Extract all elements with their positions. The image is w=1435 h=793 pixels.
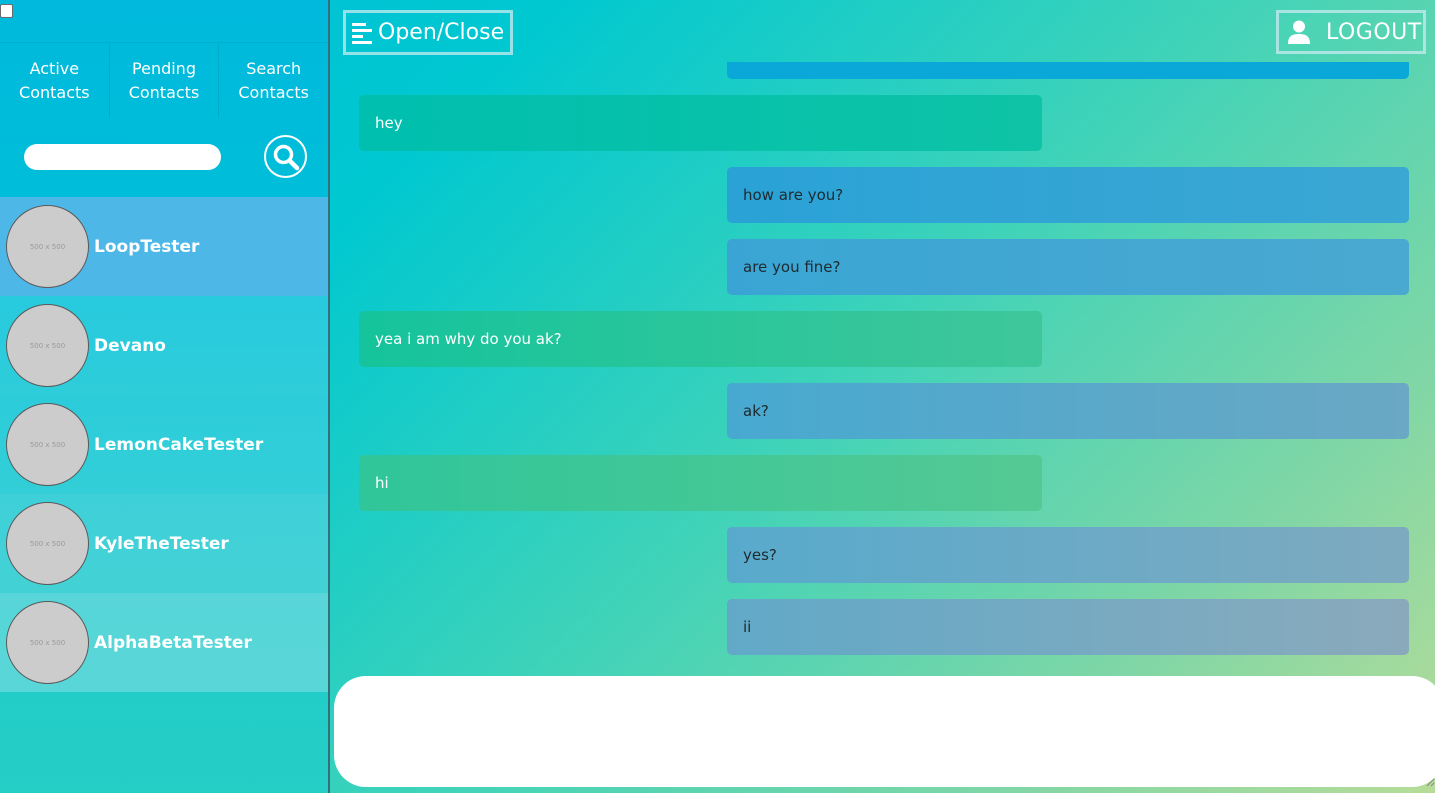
received-message: yea i am why do you ak? [359,311,1042,367]
received-message: hi [359,455,1042,511]
message-input[interactable] [334,676,1435,787]
open-close-label: Open/Close [378,20,505,45]
sidebar-toggle-checkbox[interactable] [0,4,13,18]
contact-item[interactable]: 500 x 500 KyleTheTester [0,494,328,593]
avatar-placeholder-text: 500 x 500 [29,440,66,449]
sidebar: Active Contacts Pending Contacts Search … [0,0,330,793]
search-icon [273,144,299,170]
tab-search-contacts[interactable]: Search Contacts [219,43,328,118]
avatar: 500 x 500 [6,403,89,486]
logout-label: LOGOUT [1326,19,1422,45]
message-text: yea i am why do you ak? [375,330,562,348]
search-button[interactable] [264,135,307,178]
sent-message: how are you? [727,167,1409,223]
message-text: ak? [743,402,769,420]
avatar: 500 x 500 [6,205,89,288]
tab-label-line2: Contacts [128,82,200,102]
contact-name: LemonCakeTester [94,434,264,455]
contact-tabs: Active Contacts Pending Contacts Search … [0,42,328,118]
tab-label-line1: Active [29,58,80,78]
contact-item[interactable]: 500 x 500 AlphaBetaTester [0,593,328,692]
sent-message: ii [727,599,1409,655]
received-message: hey [359,95,1042,151]
avatar-placeholder-text: 500 x 500 [29,242,66,251]
contact-name: AlphaBetaTester [94,632,252,653]
menu-icon [352,22,372,44]
tab-pending-contacts[interactable]: Pending Contacts [110,43,220,118]
message-text: are you fine? [743,258,841,276]
user-icon [1288,20,1310,44]
contact-name: LoopTester [94,236,200,257]
contact-item[interactable]: 500 x 500 LemonCakeTester [0,395,328,494]
tab-label-line1: Search [246,58,302,78]
tab-label-line2: Contacts [19,82,90,102]
message-text: ii [743,618,752,636]
message-text: how are you? [743,186,844,204]
contact-name: KyleTheTester [94,533,229,554]
sent-message: are you fine? [727,239,1409,295]
avatar: 500 x 500 [6,601,89,684]
message-text: hey [375,114,403,132]
partial-message-bubble [727,62,1409,79]
contact-item[interactable]: 500 x 500 Devano [0,296,328,395]
message-list: hey how are you? are you fine? yea i am why… [331,62,1435,672]
avatar: 500 x 500 [6,502,89,585]
sent-message: yes? [727,527,1409,583]
avatar-placeholder-text: 500 x 500 [29,341,66,350]
open-close-button[interactable]: Open/Close [343,10,513,55]
resize-grip-icon[interactable] [1426,778,1435,787]
contact-item[interactable]: 500 x 500 LoopTester [0,197,328,296]
contact-list: 500 x 500 LoopTester 500 x 500 Devano 50… [0,197,328,692]
tab-label-line1: Pending [132,58,196,78]
contact-search-input[interactable] [24,144,221,170]
tab-label-line2: Contacts [238,82,309,102]
tab-active-contacts[interactable]: Active Contacts [0,43,110,118]
message-text: yes? [743,546,777,564]
avatar-placeholder-text: 500 x 500 [29,539,66,548]
logout-button[interactable]: LOGOUT [1276,10,1426,54]
sent-message: ak? [727,383,1409,439]
contact-search-row [0,118,328,197]
avatar: 500 x 500 [6,304,89,387]
contact-name: Devano [94,335,166,356]
avatar-placeholder-text: 500 x 500 [29,638,66,647]
message-text: hi [375,474,389,492]
